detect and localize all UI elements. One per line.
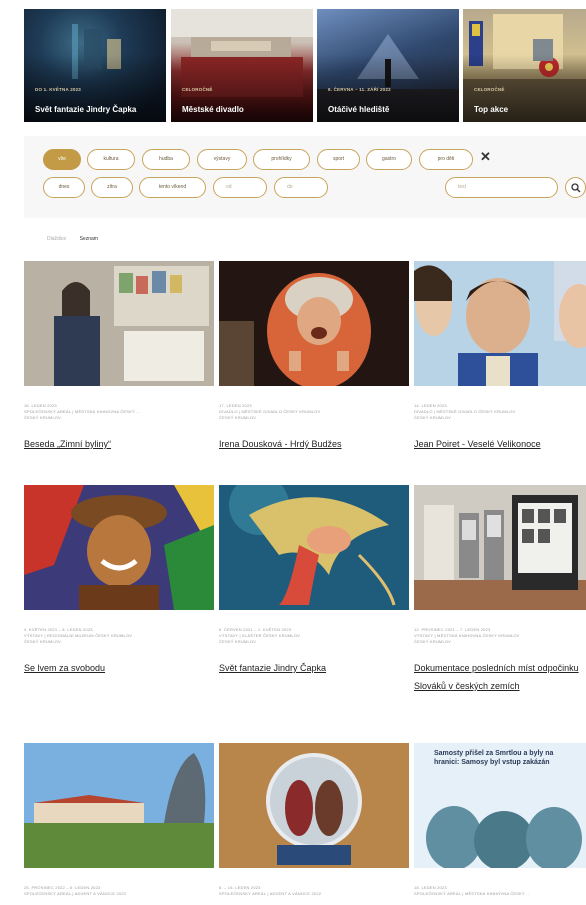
view-toggle: Dlaždice Seznam [47, 236, 98, 242]
hero-card[interactable]: do 1. května 2023 Svět fantazie Jindry Č… [24, 9, 166, 122]
event-card[interactable]: 4. květen 2021 – 8. leden 2023 Výstavy |… [24, 485, 214, 677]
search-button[interactable] [565, 177, 586, 198]
hero-date: do 1. května 2023 [35, 87, 81, 92]
filter-sport[interactable]: sport [317, 149, 360, 170]
hero-title: Otáčivé hlediště [328, 105, 390, 114]
clear-filters-icon[interactable]: ✕ [480, 150, 491, 164]
event-card[interactable]: 16. leden 2023 Společenský areál | Městs… [24, 261, 214, 453]
event-image [24, 485, 214, 610]
event-image: Samosty přišel za Smrtlou a byly na hran… [414, 743, 586, 868]
event-title-link[interactable]: Beseda „Zimní byliny“ [24, 435, 214, 453]
event-image [219, 743, 409, 868]
filter-panel: vše kultura hudba výstavy prohlídky spor… [24, 136, 586, 218]
event-image [219, 485, 409, 610]
hero-card[interactable]: 6. června – 11. září 2022 Otáčivé hlediš… [317, 9, 459, 122]
event-image [414, 485, 586, 610]
hero-card[interactable]: Celoročně Top akce [463, 9, 586, 122]
event-card[interactable]: 8. – 16. leden 2023 Společenský areál | … [219, 743, 409, 905]
filter-gastro[interactable]: gastro [366, 149, 412, 170]
filter-exhibitions[interactable]: výstavy [197, 149, 247, 170]
event-title-link[interactable]: Dokumentace posledních míst odpočinku Sl… [414, 659, 586, 695]
search-icon [571, 183, 581, 193]
event-card[interactable]: Samosty přišel za Smrtlou a byly na hran… [414, 743, 586, 905]
hero-title: Městské divadlo [182, 105, 244, 114]
hero-date: Celoročně [182, 87, 213, 92]
event-card[interactable]: 12. prosinec 2021 – 7. leden 2023 Výstav… [414, 485, 586, 695]
event-card[interactable]: 17. leden 2023 Divadlo | Městské divadlo… [219, 261, 409, 453]
hero-title: Svět fantazie Jindry Čapka [35, 105, 137, 114]
event-image [219, 261, 409, 386]
event-title-link[interactable]: Se lvem za svobodu [24, 659, 214, 677]
event-image [24, 743, 214, 868]
filter-tours[interactable]: prohlídky [253, 149, 310, 170]
filter-all[interactable]: vše [43, 149, 81, 170]
poster-text: Samosty přišel za Smrtlou a byly na hran… [434, 750, 554, 766]
filter-tomorrow[interactable]: zítra [91, 177, 133, 198]
text-search-input[interactable]: text [445, 177, 558, 198]
filter-culture[interactable]: kultura [87, 149, 135, 170]
view-list-link[interactable]: Seznam [80, 236, 98, 242]
event-image [24, 261, 214, 386]
date-from-input[interactable]: od [213, 177, 267, 198]
event-title-link[interactable]: Svět fantazie Jindry Čapka [219, 659, 409, 677]
hero-title: Top akce [474, 105, 509, 114]
filter-weekend[interactable]: tento víkend [139, 177, 206, 198]
hero-date: 6. června – 11. září 2022 [328, 87, 391, 92]
view-tiles-link[interactable]: Dlaždice [47, 236, 66, 242]
date-to-input[interactable]: do [274, 177, 328, 198]
hero-card[interactable]: Celoročně Městské divadlo [171, 9, 313, 122]
event-card[interactable]: 25. prosinec 2022 – 6. leden 2023 Společ… [24, 743, 214, 905]
filter-today[interactable]: dnes [43, 177, 85, 198]
event-card[interactable]: 6. červen 2021 – 1. květen 2023 Výstavy … [219, 485, 409, 677]
filter-kids[interactable]: pro děti [419, 149, 473, 170]
event-image [414, 261, 586, 386]
filter-music[interactable]: hudba [142, 149, 190, 170]
hero-carousel: do 1. května 2023 Svět fantazie Jindry Č… [24, 9, 586, 122]
event-title-link[interactable]: Irena Dousková - Hrdý Budžes [219, 435, 409, 453]
event-title-link[interactable]: Jean Poiret - Veselé Velikonoce [414, 435, 586, 453]
hero-date: Celoročně [474, 87, 505, 92]
event-card[interactable]: 14. leden 2023 Divadlo | Městské divadlo… [414, 261, 586, 453]
